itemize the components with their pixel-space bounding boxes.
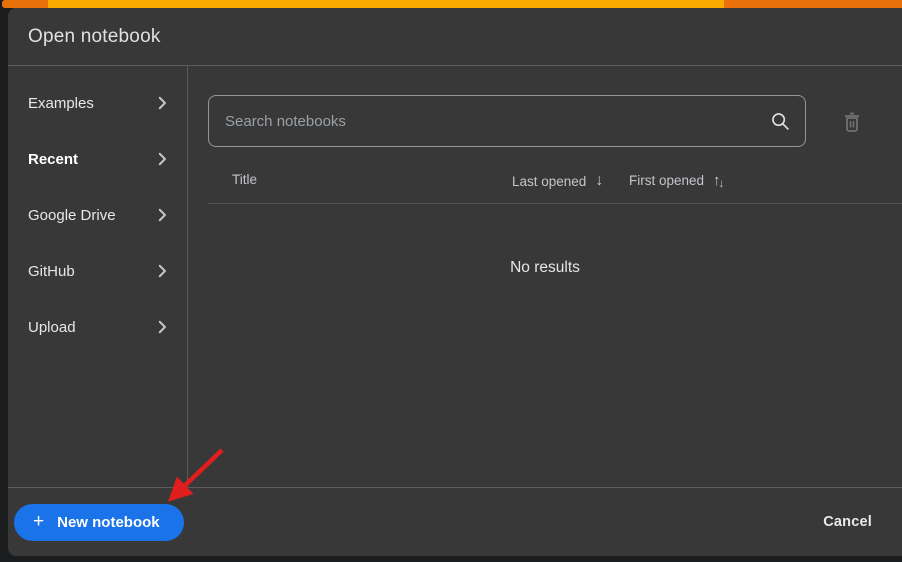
sort-down-glyph: ↓ — [718, 178, 725, 190]
dialog-footer: + New notebook Cancel — [8, 487, 902, 556]
notebook-list-panel: Title Last opened ↓ First opened ↑↓ No r… — [188, 66, 902, 487]
search-input[interactable] — [225, 112, 769, 130]
sidebar-item-label: Upload — [28, 318, 76, 336]
column-label: First opened — [629, 173, 705, 188]
divider-gap — [188, 203, 208, 204]
sidebar-item-upload[interactable]: Upload — [8, 299, 187, 355]
cancel-button[interactable]: Cancel — [823, 514, 872, 530]
loading-bar-segment-left — [2, 0, 48, 8]
chevron-right-icon — [158, 96, 166, 110]
sidebar-item-examples[interactable]: Examples — [8, 75, 187, 131]
new-notebook-label: New notebook — [57, 513, 160, 531]
column-header-title: Title — [232, 172, 257, 187]
trash-icon — [845, 112, 859, 132]
sidebar-item-label: Google Drive — [28, 206, 116, 224]
dialog-title: Open notebook — [28, 25, 161, 47]
sidebar-item-label: Examples — [28, 94, 94, 112]
column-label: Last opened — [512, 173, 587, 189]
loading-bar-segment-middle — [48, 0, 724, 8]
sidebar-item-google-drive[interactable]: Google Drive — [8, 187, 187, 243]
chevron-right-icon — [158, 320, 166, 334]
sidebar-item-label: GitHub — [28, 262, 75, 280]
table-header-row: Title Last opened ↓ First opened ↑ ↓ — [188, 166, 902, 204]
column-header-last-opened[interactable]: Last opened ↓ — [512, 172, 603, 190]
loading-bar-segment-right — [724, 0, 902, 8]
sort-descending-icon[interactable]: ↓ — [595, 172, 603, 190]
search-box — [208, 95, 806, 147]
chevron-right-icon — [158, 208, 166, 222]
column-header-first-opened[interactable]: First opened ↑ ↓ — [629, 172, 725, 190]
search-icon[interactable] — [769, 110, 791, 132]
dialog-body: Examples Recent Google Drive GitHub Uplo… — [8, 66, 902, 487]
sidebar-item-recent[interactable]: Recent — [8, 131, 187, 187]
loading-progress-bar — [0, 0, 902, 8]
column-label: Title — [232, 172, 258, 187]
new-notebook-button[interactable]: + New notebook — [14, 503, 184, 541]
source-sidebar: Examples Recent Google Drive GitHub Uplo… — [8, 66, 188, 487]
delete-notebook-button[interactable] — [840, 110, 864, 134]
plus-icon: + — [33, 510, 45, 532]
sort-both-directions-icon[interactable]: ↑ ↓ — [713, 172, 725, 190]
chevron-right-icon — [158, 264, 166, 278]
sidebar-item-github[interactable]: GitHub — [8, 243, 187, 299]
sidebar-item-label: Recent — [28, 150, 79, 168]
chevron-right-icon — [158, 152, 166, 166]
open-notebook-dialog: Open notebook Examples Recent Google Dri… — [8, 8, 902, 556]
empty-results-message: No results — [510, 259, 580, 276]
dialog-header: Open notebook — [8, 8, 902, 66]
